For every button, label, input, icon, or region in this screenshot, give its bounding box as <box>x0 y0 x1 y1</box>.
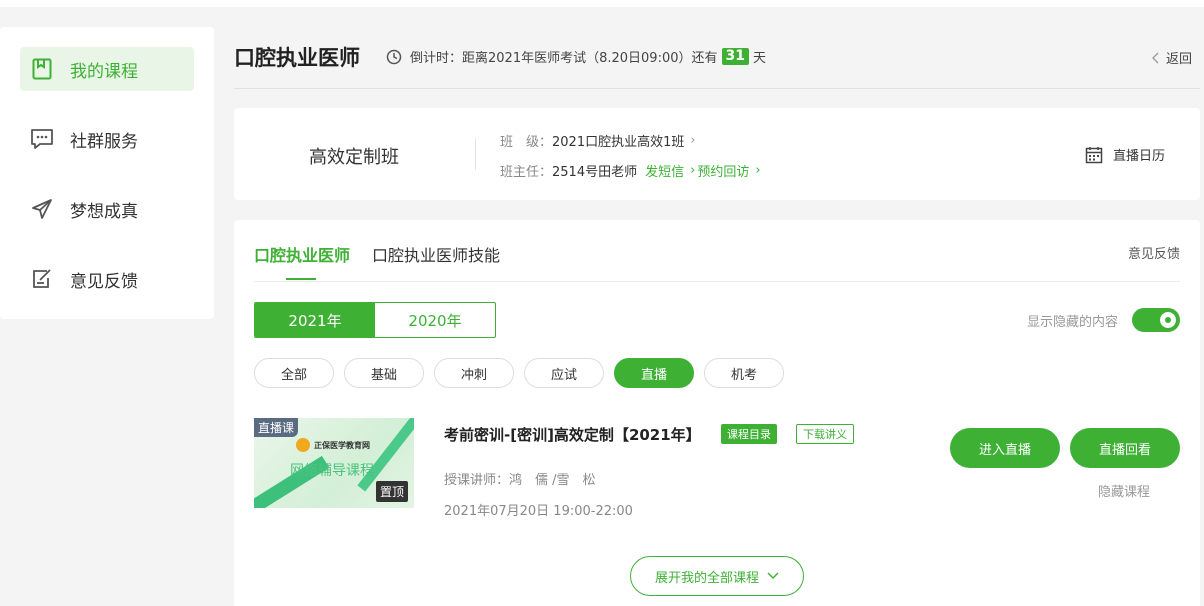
class-info-card: 高效定制班 班 级： 2021口腔执业高效1班 › 班主任： 2514号田老师 … <box>234 108 1200 200</box>
chevron-right-icon: › <box>690 163 696 178</box>
live-calendar-button[interactable]: 直播日历 <box>1085 145 1165 164</box>
teacher-value: 2514号田老师 <box>552 165 638 180</box>
sidebar-item-label: 社群服务 <box>70 131 138 152</box>
courses-card: 口腔执业医师 口腔执业医师技能 意见反馈 2021年 2020年 显示隐藏的内容… <box>234 220 1200 606</box>
class-separator <box>475 138 476 170</box>
teacher-key: 班主任： <box>500 165 553 180</box>
year-2021-button[interactable]: 2021年 <box>255 303 375 337</box>
sidebar-item-community[interactable]: 社群服务 <box>20 117 194 161</box>
chevron-left-icon <box>1152 52 1160 64</box>
year-2020-button[interactable]: 2020年 <box>375 303 495 337</box>
thumb-subtitle: 网络辅导课程 <box>290 463 374 479</box>
tabs-divider <box>254 281 1180 282</box>
hide-course-link[interactable]: 隐藏课程 <box>1098 481 1150 500</box>
countdown-unit: 天 <box>752 51 766 66</box>
course-title[interactable]: 考前密训-[密训]高效定制【2021年】 <box>444 424 701 445</box>
countdown-days-badge: 31 <box>721 48 749 65</box>
filter-computer-exam[interactable]: 机考 <box>704 358 784 388</box>
teacher-row: 班主任： 2514号田老师 发短信 › 预约回访 › <box>500 161 761 180</box>
sidebar-item-dreams[interactable]: 梦想成真 <box>20 187 194 231</box>
expand-all-courses-button[interactable]: 展开我的全部课程 <box>630 556 804 596</box>
chevron-down-icon <box>767 572 779 580</box>
course-teachers: 授课讲师：鸿 儒 /雪 松 <box>444 473 596 488</box>
class-row: 班 级： 2021口腔执业高效1班 › <box>500 131 696 150</box>
toggle-knob <box>1160 312 1176 328</box>
send-sms-link[interactable]: 发短信 <box>645 161 684 180</box>
filter-chips: 全部 基础 冲刺 应试 直播 机考 <box>254 358 794 388</box>
send-icon <box>30 197 54 221</box>
page-title: 口腔执业医师 <box>234 46 360 70</box>
calendar-label: 直播日历 <box>1112 149 1165 164</box>
back-label: 返回 <box>1165 52 1192 67</box>
feedback-link[interactable]: 意见反馈 <box>1128 243 1180 262</box>
sidebar: 我的课程 社群服务 梦想成真 意见反馈 <box>0 27 214 319</box>
exam-countdown: 倒计时：距离2021年医师考试（8.20日09:00）还有 31 天 <box>386 47 766 66</box>
clock-icon <box>386 49 402 65</box>
download-notes-button[interactable]: 下载讲义 <box>796 424 854 444</box>
chevron-right-icon[interactable]: › <box>690 133 695 148</box>
sidebar-item-label: 我的课程 <box>70 61 138 82</box>
show-hidden-toggle[interactable] <box>1132 308 1180 332</box>
chat-icon <box>30 127 54 151</box>
class-value: 2021口腔执业高效1班 <box>552 135 685 150</box>
back-button[interactable]: 返回 <box>1152 48 1192 67</box>
year-selector: 2021年 2020年 <box>254 302 496 338</box>
class-type: 高效定制班 <box>309 147 399 168</box>
thumb-brand: 正保医学教育网 <box>296 438 370 452</box>
filter-basic[interactable]: 基础 <box>344 358 424 388</box>
filter-exam[interactable]: 应试 <box>524 358 604 388</box>
active-tab-indicator <box>286 278 316 280</box>
live-course-tag: 直播课 <box>254 418 299 437</box>
bookmark-icon <box>30 57 54 81</box>
course-datetime: 2021年07月20日 19:00-22:00 <box>444 504 633 519</box>
course-thumbnail[interactable]: 直播课 正保医学教育网 网络辅导课程 置顶 <box>254 418 414 508</box>
edit-icon <box>30 267 54 291</box>
course-catalog-button[interactable]: 课程目录 <box>721 424 777 444</box>
pinned-badge: 置顶 <box>375 481 408 502</box>
calendar-icon <box>1085 146 1103 164</box>
tab-oral-physician[interactable]: 口腔执业医师 <box>254 242 350 266</box>
show-hidden-label: 显示隐藏的内容 <box>1026 315 1118 330</box>
filter-all[interactable]: 全部 <box>254 358 334 388</box>
live-replay-button[interactable]: 直播回看 <box>1070 428 1180 468</box>
expand-label: 展开我的全部课程 <box>654 570 759 586</box>
filter-sprint[interactable]: 冲刺 <box>434 358 514 388</box>
sidebar-item-label: 意见反馈 <box>70 271 138 292</box>
chevron-right-icon: › <box>755 163 761 178</box>
countdown-text: 倒计时：距离2021年医师考试（8.20日09:00）还有 <box>410 51 718 66</box>
sidebar-item-feedback[interactable]: 意见反馈 <box>20 257 194 301</box>
top-strip <box>0 0 1204 7</box>
enter-live-button[interactable]: 进入直播 <box>950 428 1060 468</box>
header-divider <box>234 88 1200 89</box>
sidebar-item-label: 梦想成真 <box>70 201 138 222</box>
book-callback-link[interactable]: 预约回访 <box>697 161 749 180</box>
brand-logo-icon <box>296 438 310 452</box>
thumb-brand-text: 正保医学教育网 <box>314 440 370 450</box>
class-key: 班 级： <box>500 135 553 150</box>
sidebar-item-my-courses[interactable]: 我的课程 <box>20 47 194 91</box>
tab-oral-physician-skills[interactable]: 口腔执业医师技能 <box>372 242 500 266</box>
filter-live[interactable]: 直播 <box>614 358 694 388</box>
